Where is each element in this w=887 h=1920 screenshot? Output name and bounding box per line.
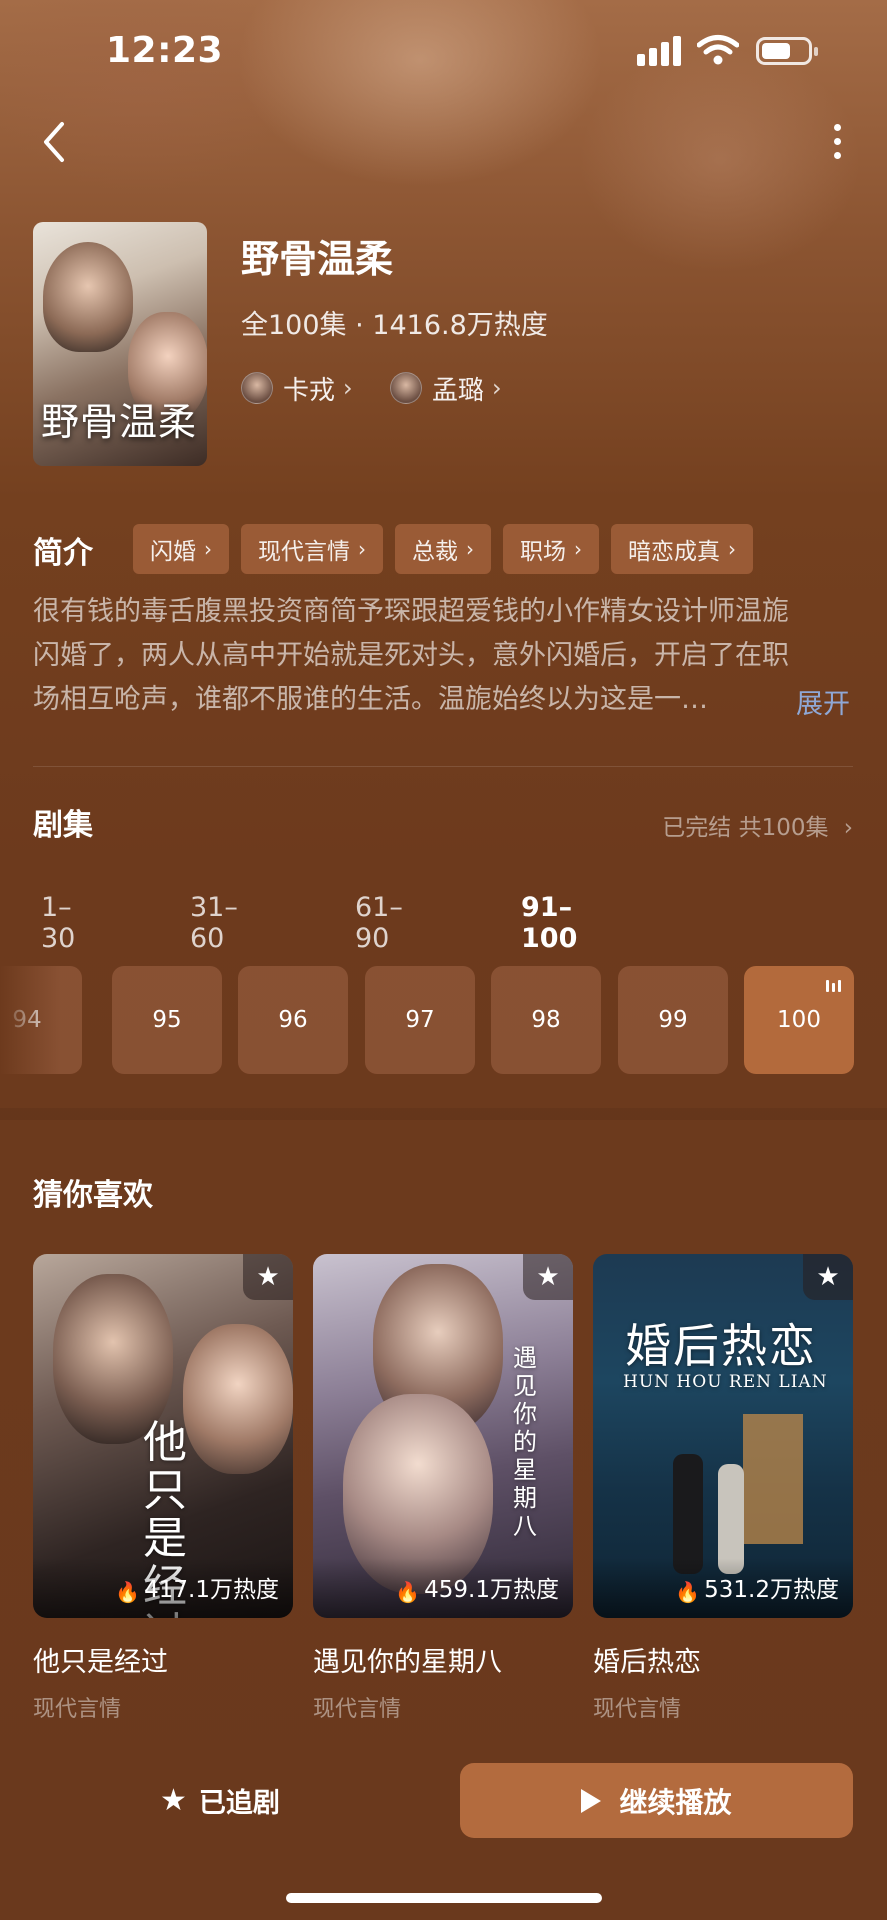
episode-button[interactable]: 97 xyxy=(365,966,475,1074)
flame-icon: 🔥 xyxy=(675,1580,701,1604)
tag-chip[interactable]: 闪婚 › xyxy=(133,524,229,574)
actor-avatar xyxy=(241,372,273,404)
episode-button[interactable]: 95 xyxy=(112,966,222,1074)
scroll-fade xyxy=(0,960,60,1080)
show-title: 野骨温柔 xyxy=(241,237,394,281)
chevron-right-icon: › xyxy=(843,815,853,841)
chevron-right-icon: › xyxy=(466,537,474,561)
range-tab[interactable]: 1–30 xyxy=(41,892,75,954)
recommendation-name: 遇见你的星期八 xyxy=(313,1647,502,1678)
chevron-right-icon: › xyxy=(343,374,353,402)
show-poster[interactable]: 野骨温柔 xyxy=(33,222,207,466)
episode-button[interactable]: 99 xyxy=(618,966,728,1074)
recommendation-name: 婚后热恋 xyxy=(593,1647,701,1678)
recommendation-card[interactable]: 他只是经过 ★ 🔥417.1万热度 他只是经过 现代言情 xyxy=(33,1254,293,1723)
synopsis-line: 闪婚了，两人从高中开始就是死对头，意外闪婚后，开启了在职 xyxy=(33,640,789,671)
star-icon: ★ xyxy=(160,1782,187,1818)
episodes-status-link[interactable]: 已完结 共100集 › xyxy=(662,808,853,842)
recommendation-card[interactable]: 遇见你的星期八 ★ 🔥 459.1万热度 遇见你的星期八 现代言情 xyxy=(313,1254,573,1723)
wifi-icon xyxy=(697,35,739,65)
tag-chip[interactable]: 暗恋成真 › xyxy=(611,524,753,574)
star-icon[interactable]: ★ xyxy=(243,1254,293,1300)
drama-detail-page: 12:23 野骨温柔 野骨温柔 全100集 · 1416.8万热度 卡戎 › 孟… xyxy=(0,0,887,1920)
chevron-right-icon: › xyxy=(492,374,502,402)
flame-icon: 🔥 xyxy=(115,1580,141,1604)
recommendation-cover: 他只是经过 ★ 🔥417.1万热度 xyxy=(33,1254,293,1618)
recommendation-genre: 现代言情 xyxy=(313,1697,402,1722)
chevron-right-icon: › xyxy=(574,537,582,561)
tag-chip[interactable]: 现代言情 › xyxy=(241,524,383,574)
episodes-title: 剧集 xyxy=(33,808,93,843)
recommendation-genre: 现代言情 xyxy=(593,1697,682,1722)
range-tab[interactable]: 61–90 xyxy=(355,892,403,954)
heat-badge: 🔥 531.2万热度 xyxy=(593,1558,853,1618)
chevron-right-icon: › xyxy=(728,537,736,561)
range-tab-active[interactable]: 91–100 xyxy=(521,892,577,954)
tag-list: 闪婚 › 现代言情 › 总裁 › 职场 › 暗恋成真 › xyxy=(133,524,753,574)
episode-button[interactable]: 98 xyxy=(491,966,601,1074)
actor-link[interactable]: 卡戎 › xyxy=(241,368,353,408)
battery-icon xyxy=(756,37,818,65)
divider xyxy=(33,766,853,767)
poster-title: 野骨温柔 xyxy=(41,400,198,444)
recommendation-card[interactable]: 婚后热恋 HUN HOU REN LIAN ★ 🔥 531.2万热度 婚后热恋 现… xyxy=(593,1254,853,1723)
follow-button[interactable]: ★ 已追剧 xyxy=(160,1776,280,1824)
signal-icon xyxy=(637,34,685,66)
continue-play-button[interactable]: 继续播放 xyxy=(460,1763,853,1838)
episode-button-current[interactable]: 100 xyxy=(744,966,854,1074)
flame-icon: 🔥 xyxy=(395,1580,421,1604)
now-playing-icon xyxy=(826,980,842,992)
expand-link[interactable]: 展开 xyxy=(796,682,850,721)
tag-chip[interactable]: 总裁 › xyxy=(395,524,491,574)
cover-subtitle: HUN HOU REN LIAN xyxy=(623,1372,828,1392)
section-divider xyxy=(0,1108,887,1120)
more-options-icon[interactable] xyxy=(820,118,856,166)
synopsis-label: 简介 xyxy=(33,536,93,571)
show-meta: 全100集 · 1416.8万热度 xyxy=(241,310,548,341)
home-indicator xyxy=(286,1893,602,1903)
heat-badge: 🔥 459.1万热度 xyxy=(313,1558,573,1618)
recommendation-cover: 遇见你的星期八 ★ 🔥 459.1万热度 xyxy=(313,1254,573,1618)
back-icon[interactable] xyxy=(36,116,72,168)
synopsis-line: 很有钱的毒舌腹黑投资商简予琛跟超爱钱的小作精女设计师温旎 xyxy=(33,596,789,627)
play-icon xyxy=(581,1788,602,1813)
actor-link[interactable]: 孟璐 › xyxy=(390,368,502,408)
status-bar: 12:23 xyxy=(0,0,887,100)
chevron-right-icon: › xyxy=(204,537,212,561)
episode-button[interactable]: 96 xyxy=(238,966,348,1074)
actor-avatar xyxy=(390,372,422,404)
tag-chip[interactable]: 职场 › xyxy=(503,524,599,574)
synopsis-line: 场相互呛声，谁都不服谁的生活。温旎始终以为这是一… xyxy=(33,684,708,715)
recommendation-genre: 现代言情 xyxy=(33,1697,122,1722)
heat-badge: 🔥 417.1万热度 xyxy=(33,1558,293,1618)
star-icon[interactable]: ★ xyxy=(803,1254,853,1300)
synopsis-text: 很有钱的毒舌腹黑投资商简予琛跟超爱钱的小作精女设计师温旎 闪婚了，两人从高中开始… xyxy=(33,590,853,722)
range-tab[interactable]: 31–60 xyxy=(190,892,238,954)
actor-name: 孟璐 xyxy=(432,375,485,406)
recommendation-name: 他只是经过 xyxy=(33,1647,168,1678)
actor-name: 卡戎 xyxy=(283,375,336,406)
cover-title: 婚后热恋 xyxy=(625,1319,817,1373)
episode-list: 94 95 96 97 98 99 100 xyxy=(0,966,887,1074)
recommendations-title: 猜你喜欢 xyxy=(33,1178,153,1213)
star-icon[interactable]: ★ xyxy=(523,1254,573,1300)
recommendation-cover: 婚后热恋 HUN HOU REN LIAN ★ 🔥 531.2万热度 xyxy=(593,1254,853,1618)
status-time: 12:23 xyxy=(106,30,224,71)
chevron-right-icon: › xyxy=(358,537,366,561)
cover-title: 遇见你的星期八 xyxy=(513,1344,537,1540)
